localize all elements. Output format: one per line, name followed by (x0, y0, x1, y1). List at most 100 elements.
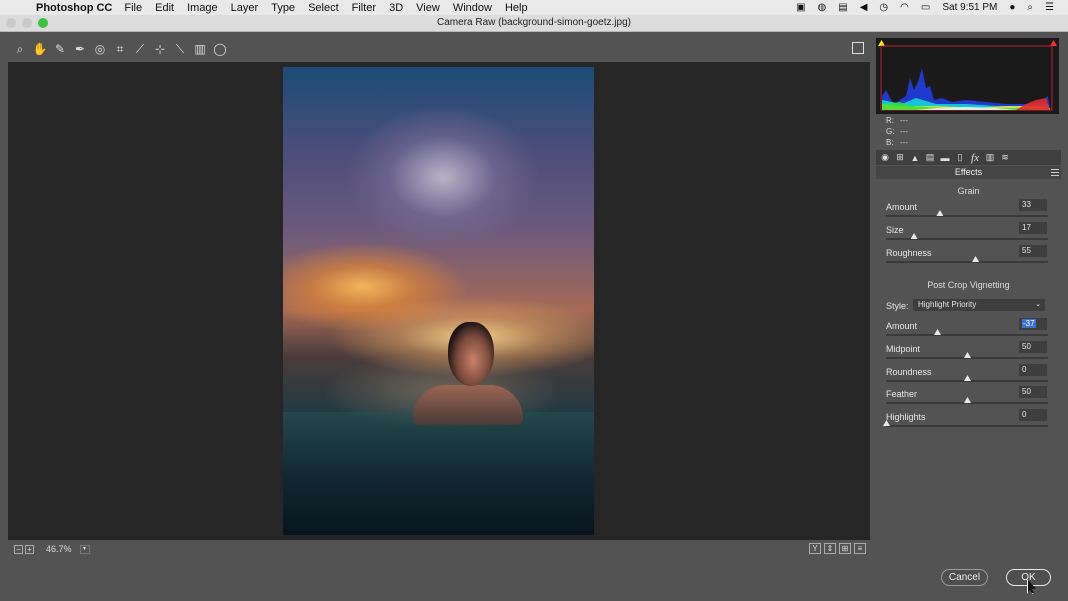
white-balance-tool-icon[interactable]: ✎ (54, 42, 66, 56)
slider-thumb[interactable] (936, 210, 944, 216)
menu-file[interactable]: File (124, 2, 142, 14)
macos-menubar: Photoshop CC File Edit Image Layer Type … (0, 0, 1068, 15)
close-window-icon[interactable] (6, 18, 16, 28)
menu-filter[interactable]: Filter (352, 2, 376, 14)
menu-type[interactable]: Type (271, 2, 295, 14)
color-sampler-tool-icon[interactable]: ✒ (74, 42, 86, 56)
view-tools: Y ⇕ ⊞ ≡ (809, 543, 866, 554)
tab-lens-corrections-icon[interactable]: ▯ (955, 152, 965, 163)
copy-settings-icon[interactable]: ⊞ (839, 543, 851, 554)
slider-value-field[interactable]: 50 (1019, 341, 1047, 353)
panel-title: Effects (876, 166, 1061, 179)
slider-track[interactable] (886, 238, 1048, 240)
menu-window[interactable]: Window (453, 2, 492, 14)
notification-center-icon[interactable]: ☰ (1045, 2, 1054, 13)
tab-effects-icon[interactable]: fx (970, 152, 980, 164)
airplay-icon[interactable]: ▭ (921, 2, 930, 13)
vignette-amount-slider[interactable]: Amount -37 (886, 318, 1050, 343)
slider-value-field[interactable]: 50 (1019, 386, 1047, 398)
slider-thumb[interactable] (910, 233, 918, 239)
preview-status-bar: − + 46.7% ▾ Y ⇕ ⊞ ≡ (8, 541, 870, 557)
adjustment-brush-icon[interactable]: ⟍ (174, 42, 186, 56)
slider-thumb[interactable] (972, 256, 980, 262)
graduated-filter-icon[interactable]: ▥ (194, 42, 206, 56)
zoom-in-button[interactable]: + (25, 544, 34, 554)
cancel-button[interactable]: Cancel (941, 569, 988, 586)
clock[interactable]: Sat 9:51 PM (942, 2, 997, 13)
camera-icon[interactable]: ▣ (796, 2, 805, 13)
before-after-toggle-button[interactable]: Y (809, 543, 821, 554)
preferences-icon[interactable] (852, 42, 864, 54)
volume-icon[interactable]: ◀ (860, 2, 868, 13)
b-label: B: (886, 138, 894, 147)
hand-tool-icon[interactable]: ✋ (33, 42, 48, 56)
vignette-highlights-slider[interactable]: Highlights 0 (883, 409, 1050, 434)
tab-split-toning-icon[interactable]: ▬ (940, 153, 950, 163)
preview-image (283, 67, 594, 535)
zoom-window-icon[interactable] (38, 18, 48, 28)
time-machine-icon[interactable]: ◷ (879, 2, 888, 13)
slider-value-field[interactable]: 33 (1019, 199, 1047, 211)
slider-value-field[interactable]: -37 (1019, 318, 1047, 330)
menu-help[interactable]: Help (505, 2, 528, 14)
tab-tone-curve-icon[interactable]: ⊞ (895, 152, 905, 163)
grain-size-slider[interactable]: Size 17 (886, 222, 1050, 247)
slider-track[interactable] (886, 334, 1048, 336)
histogram (876, 38, 1059, 114)
selected-value-text: -37 (1022, 319, 1036, 328)
slider-track[interactable] (886, 261, 1048, 263)
screen-share-icon[interactable]: ▤ (838, 2, 847, 13)
slider-thumb[interactable] (964, 397, 971, 403)
slider-value-field[interactable]: 17 (1019, 222, 1047, 234)
vignette-midpoint-slider[interactable]: Midpoint 50 (886, 341, 1050, 366)
slider-thumb[interactable] (934, 329, 942, 335)
user-icon[interactable]: ● (1009, 2, 1015, 13)
radial-filter-icon[interactable]: ◯ (213, 42, 226, 56)
slider-value-field[interactable]: 55 (1019, 245, 1047, 257)
straighten-tool-icon[interactable]: ⟋ (134, 42, 146, 56)
slider-track[interactable] (886, 425, 1048, 427)
tab-presets-icon[interactable]: ≋ (1000, 152, 1010, 163)
preview-preferences-icon[interactable]: ≡ (854, 543, 866, 554)
slider-track[interactable] (886, 215, 1048, 217)
slider-thumb[interactable] (964, 352, 971, 358)
b-value: --- (900, 138, 908, 147)
tab-detail-icon[interactable]: ▲ (910, 153, 920, 163)
slider-label: Amount (886, 202, 918, 212)
zoom-tool-icon[interactable]: ⌕ (14, 42, 26, 56)
tab-camera-calibration-icon[interactable]: ▥ (985, 152, 995, 163)
grain-roughness-slider[interactable]: Roughness 55 (886, 245, 1050, 270)
panel-menu-icon[interactable] (1051, 169, 1059, 176)
wifi-icon[interactable]: ◠ (900, 2, 909, 13)
tab-basic-icon[interactable]: ◉ (880, 152, 890, 163)
r-label: R: (886, 116, 894, 125)
crop-tool-icon[interactable]: ⌗ (114, 42, 126, 56)
window-titlebar: Camera Raw (background-simon-goetz.jpg) (0, 15, 1068, 32)
g-value: --- (900, 127, 908, 136)
vignette-feather-slider[interactable]: Feather 50 (886, 386, 1050, 411)
menu-layer[interactable]: Layer (231, 2, 259, 14)
menu-select[interactable]: Select (308, 2, 339, 14)
menu-view[interactable]: View (416, 2, 440, 14)
menu-image[interactable]: Image (187, 2, 218, 14)
slider-thumb[interactable] (964, 375, 971, 381)
swap-settings-icon[interactable]: ⇕ (824, 543, 836, 554)
spot-removal-tool-icon[interactable]: ⊹ (154, 42, 166, 56)
minimize-window-icon[interactable] (22, 18, 32, 28)
zoom-dropdown[interactable]: ▾ (79, 544, 90, 554)
grain-amount-slider[interactable]: Amount 33 (886, 199, 1050, 224)
menu-edit[interactable]: Edit (155, 2, 174, 14)
slider-label: Size (886, 225, 904, 235)
creative-cloud-icon[interactable]: ◍ (818, 2, 827, 13)
chevron-down-icon: ⌄ (1035, 301, 1041, 308)
vignette-style-select[interactable]: Highlight Priority ⌄ (913, 299, 1045, 311)
slider-value-field[interactable]: 0 (1019, 409, 1047, 421)
spotlight-search-icon[interactable]: ⌕ (1027, 2, 1033, 13)
app-menu[interactable]: Photoshop CC (36, 2, 112, 14)
zoom-out-button[interactable]: − (14, 544, 23, 554)
targeted-adjustment-tool-icon[interactable]: ◎ (94, 42, 106, 56)
slider-value-field[interactable]: 0 (1019, 364, 1047, 376)
tab-hsl-icon[interactable]: ▤ (925, 152, 935, 163)
panel-tabs: ◉ ⊞ ▲ ▤ ▬ ▯ fx ▥ ≋ (876, 150, 1061, 165)
menu-3d[interactable]: 3D (389, 2, 403, 14)
